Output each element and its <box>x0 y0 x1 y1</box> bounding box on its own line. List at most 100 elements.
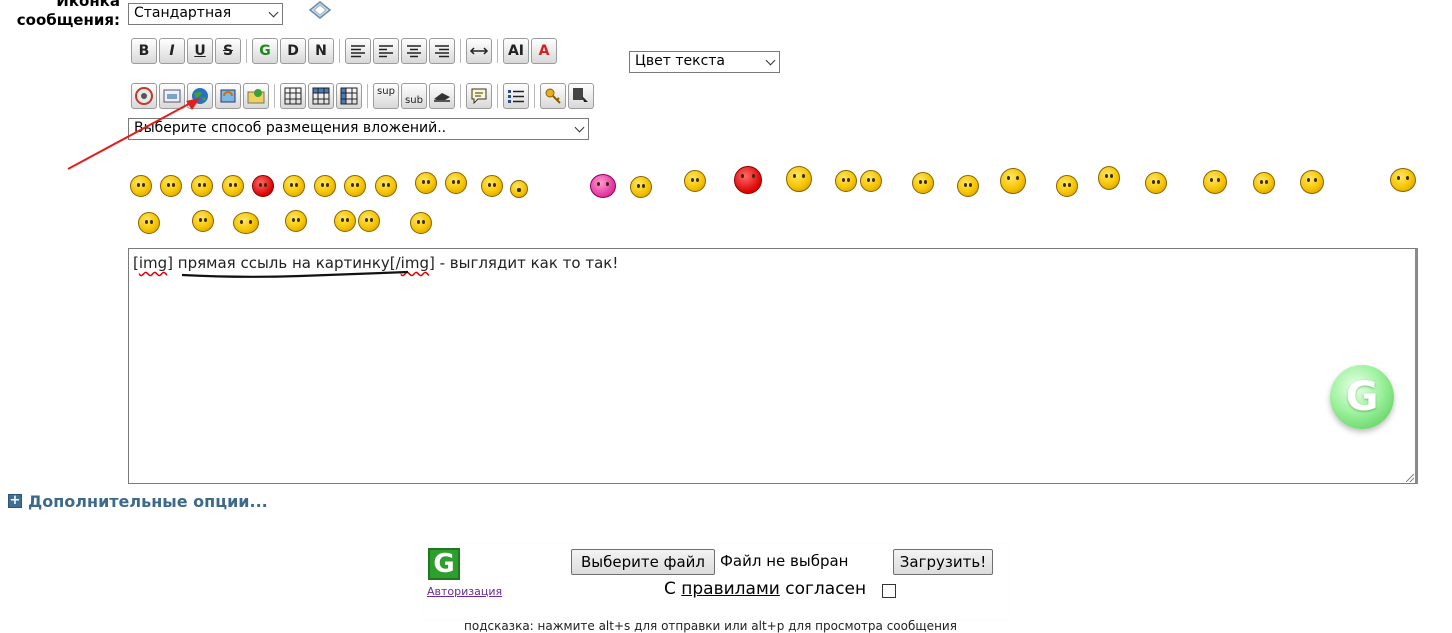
spoiler-button[interactable] <box>540 83 566 109</box>
smiley-icon[interactable] <box>283 175 305 197</box>
align-right-button[interactable] <box>429 38 455 64</box>
rules-link[interactable]: правилами <box>681 579 780 599</box>
font-color-button[interactable]: A <box>531 38 557 64</box>
smiley-icon[interactable] <box>191 175 213 197</box>
toolbar-separator <box>460 39 461 63</box>
resize-grip[interactable] <box>1406 474 1414 482</box>
smiley-icon[interactable] <box>344 175 366 197</box>
smiley-icon[interactable] <box>1253 172 1275 194</box>
smiley-icon[interactable] <box>222 175 244 197</box>
nobr-button[interactable]: N <box>308 38 334 64</box>
quote-icon <box>471 88 487 105</box>
glow-label: G <box>259 43 271 59</box>
chevron-down-icon <box>268 7 279 18</box>
table-icon <box>284 87 302 105</box>
message-textarea[interactable]: [img] прямая ссыль на картинку[/img] - в… <box>128 248 1418 484</box>
align-left2-button[interactable] <box>373 38 399 64</box>
smiley-icon[interactable] <box>957 175 979 197</box>
smiley-icon[interactable] <box>1098 166 1120 190</box>
folder-button[interactable] <box>243 83 269 109</box>
smiley-icon[interactable] <box>130 175 152 197</box>
table-row-button[interactable] <box>308 83 334 109</box>
smiley-icon[interactable] <box>1203 170 1227 194</box>
smiley-icon[interactable] <box>285 210 307 232</box>
cursor-icon <box>573 88 588 102</box>
service-logo: G <box>428 548 460 580</box>
smiley-icon[interactable] <box>1000 168 1026 194</box>
file-upload-widget: G Авторизация Выберите файл Файл не выбр… <box>424 544 1008 620</box>
smiley-icon[interactable] <box>1056 175 1078 197</box>
table-cell-icon <box>340 87 358 105</box>
stamp-icon <box>434 93 450 102</box>
shadow-label: D <box>287 43 299 59</box>
bold-label: B <box>138 43 150 59</box>
smiley-icon[interactable] <box>160 175 182 197</box>
list-button[interactable] <box>503 83 529 109</box>
underline-button[interactable]: U <box>187 38 213 64</box>
smiley-icon[interactable] <box>630 176 652 198</box>
align-left-button[interactable] <box>345 38 371 64</box>
cursor-button[interactable] <box>568 83 594 109</box>
smiley-icon[interactable] <box>1145 172 1167 194</box>
smiley-icon[interactable] <box>410 212 432 234</box>
additional-options-link[interactable]: Дополнительные опции... <box>28 492 268 511</box>
smiley-icon[interactable] <box>860 170 882 192</box>
choose-file-button[interactable]: Выберите файл <box>571 549 715 575</box>
message-icon-select[interactable]: Стандартная <box>128 3 283 25</box>
keyboard-hint: подсказка: нажмите alt+s для отправки ил… <box>464 619 957 633</box>
smiley-icon[interactable] <box>445 172 467 194</box>
smiley-icon[interactable] <box>358 210 380 232</box>
grammarly-icon[interactable]: G <box>1330 365 1394 429</box>
smiley-icon[interactable] <box>684 170 706 192</box>
font-size-button[interactable]: AI <box>503 38 529 64</box>
smiley-icon[interactable] <box>375 175 397 197</box>
toolbar-separator <box>534 84 535 108</box>
file-status: Файл не выбран <box>720 552 849 570</box>
smiley-icon[interactable] <box>415 172 437 194</box>
table-button[interactable] <box>280 83 306 109</box>
font-color-label: A <box>538 43 550 59</box>
shadow-button[interactable]: D <box>280 38 306 64</box>
editor-segment: ] <box>167 254 178 272</box>
rules-agreement: С правилами согласен <box>664 579 866 599</box>
font-size-label: AI <box>507 43 525 59</box>
smiley-icon[interactable] <box>481 175 503 197</box>
smiley-icon[interactable] <box>192 210 214 232</box>
quote-button[interactable] <box>466 83 492 109</box>
align-center-button[interactable] <box>401 38 427 64</box>
key-icon <box>545 88 561 104</box>
toolbar-separator <box>497 84 498 108</box>
smiley-icon[interactable] <box>786 166 812 192</box>
authorization-link[interactable]: Авторизация <box>427 585 502 598</box>
expand-plus-icon[interactable]: + <box>8 494 22 508</box>
align-right-icon <box>435 45 449 58</box>
subscript-label: sub <box>405 95 423 106</box>
bold-button[interactable]: B <box>131 38 157 64</box>
smiley-icon[interactable] <box>233 212 259 234</box>
upload-button[interactable]: Загрузить! <box>893 549 993 575</box>
italic-button[interactable]: I <box>159 38 185 64</box>
smiley-icon[interactable] <box>138 212 160 234</box>
strikethrough-button[interactable]: S <box>215 38 241 64</box>
editor-segment: img <box>138 254 168 272</box>
smiley-icon[interactable] <box>1390 168 1416 192</box>
smiley-icon[interactable] <box>1300 170 1324 194</box>
sick-smiley-icon[interactable] <box>510 180 528 198</box>
superscript-button[interactable]: sup <box>373 83 399 109</box>
kiss-smiley-icon[interactable] <box>590 174 616 198</box>
glow-button[interactable]: G <box>252 38 278 64</box>
police-smiley-icon[interactable] <box>912 172 934 194</box>
hide-button[interactable] <box>429 83 455 109</box>
devil-smiley-icon[interactable] <box>734 166 762 194</box>
angry-smiley-icon[interactable] <box>252 175 274 197</box>
subscript-button[interactable]: sub <box>401 83 427 109</box>
smiley-icon[interactable] <box>334 210 356 232</box>
refresh-button[interactable] <box>215 83 241 109</box>
smiley-icon[interactable] <box>835 170 857 192</box>
refresh-icon <box>220 89 236 103</box>
agree-checkbox[interactable] <box>882 584 896 598</box>
smiley-icon[interactable] <box>314 175 336 197</box>
hr-button[interactable] <box>466 38 492 64</box>
text-color-select[interactable]: Цвет текста <box>629 51 780 73</box>
table-cell-button[interactable] <box>336 83 362 109</box>
